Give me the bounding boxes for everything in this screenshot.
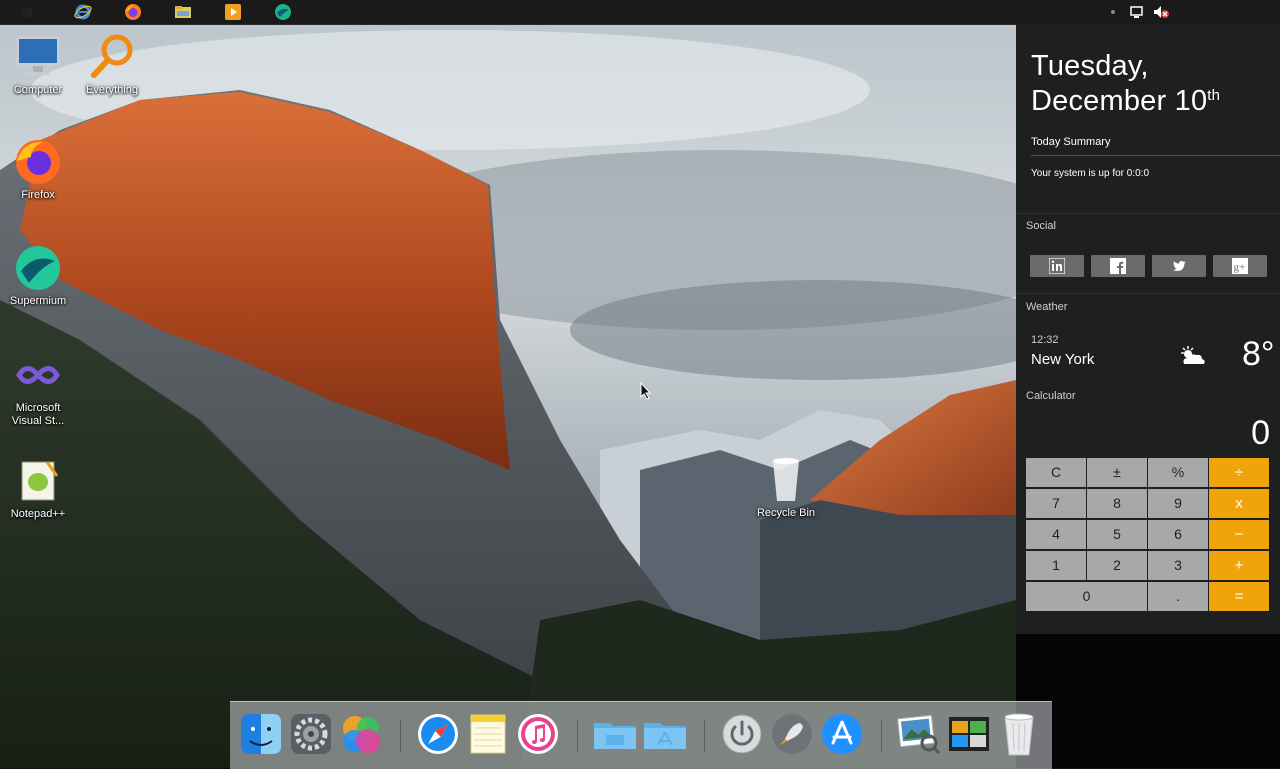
uptime-text: Your system is up for 0:0:0 (1031, 168, 1150, 179)
calculator-title: Calculator (1026, 390, 1076, 402)
game-center-icon[interactable] (338, 711, 384, 757)
desktop-icon-computer[interactable]: Computer (0, 32, 76, 97)
section-divider (1016, 213, 1280, 214)
date-month-day-text: December 10 (1031, 85, 1208, 117)
notification-dot-icon[interactable] (1108, 3, 1118, 21)
calc-key-1[interactable]: 1 (1026, 551, 1086, 580)
calc-key-clear[interactable]: C (1026, 458, 1086, 487)
folder-icon[interactable] (592, 711, 638, 757)
calc-key-6[interactable]: 6 (1148, 520, 1208, 549)
desktop-icon-label: Supermium (9, 295, 67, 307)
twitter-icon (1172, 261, 1186, 271)
weather-city: New York (1031, 351, 1095, 368)
dock (230, 701, 1052, 769)
network-icon[interactable] (1128, 3, 1146, 21)
desktop-icon-label: Recycle Bin (756, 507, 816, 519)
calc-key-equals[interactable]: = (1209, 582, 1269, 611)
desktop-icon-label: Everything (86, 84, 138, 96)
firefox-icon[interactable] (124, 3, 142, 21)
calc-key-add[interactable]: + (1209, 551, 1269, 580)
weather-temperature: 8° (1242, 335, 1275, 373)
svg-text:g+: g+ (1234, 262, 1246, 274)
date-month-day: December 10th (1031, 85, 1220, 118)
calc-key-7[interactable]: 7 (1026, 489, 1086, 518)
applications-folder-icon[interactable] (642, 711, 688, 757)
dock-separator (400, 720, 401, 752)
partly-cloudy-icon (1181, 346, 1205, 364)
finder-icon[interactable] (238, 711, 284, 757)
weather-title: Weather (1026, 301, 1068, 313)
calc-key-divide[interactable]: ÷ (1209, 458, 1269, 487)
desktop-icon-label: Microsoft Visual St... (11, 402, 65, 427)
calc-key-decimal[interactable]: . (1148, 582, 1208, 611)
twitter-button[interactable] (1152, 255, 1206, 277)
desktop-icon-recycle-bin[interactable]: Recycle Bin (748, 455, 824, 520)
file-explorer-icon[interactable] (174, 3, 192, 21)
social-title: Social (1026, 220, 1056, 232)
visual-studio-icon (16, 366, 60, 384)
trash-icon[interactable] (996, 711, 1042, 757)
calc-key-0[interactable]: 0 (1026, 582, 1147, 611)
calc-key-9[interactable]: 9 (1148, 489, 1208, 518)
notes-icon[interactable] (465, 711, 511, 757)
supermium-icon (16, 246, 60, 290)
desktop-icon-label: Firefox (21, 189, 55, 201)
dock-separator (881, 720, 882, 752)
supermium-icon[interactable] (274, 3, 292, 21)
calc-key-2[interactable]: 2 (1087, 551, 1147, 580)
calc-key-4[interactable]: 4 (1026, 520, 1086, 549)
launchpad-icon[interactable] (769, 711, 815, 757)
calc-key-multiply[interactable]: x (1209, 489, 1269, 518)
date-weekday: Tuesday, (1031, 50, 1149, 82)
dock-separator (704, 720, 705, 752)
summary-divider (1031, 155, 1280, 156)
desktop-icon-firefox[interactable]: Firefox (0, 137, 76, 202)
side-widget-panel: Tuesday, December 10th Today Summary You… (1016, 24, 1280, 634)
linkedin-icon (1049, 258, 1065, 274)
desktop-icon-label: Computer (13, 84, 63, 96)
magnifier-icon (91, 34, 133, 78)
desktop-icon-supermium[interactable]: Supermium (0, 243, 76, 308)
top-taskbar (0, 0, 1280, 25)
desktop-icon-notepad-plus-plus[interactable]: Notepad++ (0, 456, 76, 521)
google-plus-icon: g+ (1232, 258, 1248, 274)
power-icon[interactable] (719, 711, 765, 757)
notepad-plus-plus-icon (21, 461, 59, 501)
calculator-display: 0 (1251, 414, 1270, 452)
calc-key-subtract[interactable]: − (1209, 520, 1269, 549)
google-plus-button[interactable]: g+ (1213, 255, 1267, 277)
itunes-icon[interactable] (515, 711, 561, 757)
desktop-icon-visual-studio[interactable]: Microsoft Visual St... (0, 350, 76, 428)
firefox-icon (16, 140, 60, 184)
windows-icon[interactable] (18, 3, 36, 21)
panel-empty-area (1016, 634, 1280, 768)
calc-key-plus-minus[interactable]: ± (1087, 458, 1147, 487)
mouse-cursor-icon (640, 382, 652, 400)
weather-time: 12:32 (1031, 334, 1059, 346)
calc-key-3[interactable]: 3 (1148, 551, 1208, 580)
computer-icon (16, 36, 60, 75)
preview-icon[interactable] (896, 711, 942, 757)
photo-gallery-icon[interactable] (946, 711, 992, 757)
facebook-button[interactable] (1091, 255, 1145, 277)
internet-explorer-icon[interactable] (74, 3, 92, 21)
date-suffix: th (1207, 87, 1221, 104)
volume-muted-icon[interactable] (1152, 3, 1170, 21)
calc-key-percent[interactable]: % (1148, 458, 1208, 487)
dock-separator (577, 720, 578, 752)
section-divider (1016, 293, 1280, 294)
facebook-icon (1110, 258, 1126, 274)
summary-title: Today Summary (1031, 136, 1111, 148)
calc-key-8[interactable]: 8 (1087, 489, 1147, 518)
linkedin-button[interactable] (1030, 255, 1084, 277)
safari-icon[interactable] (415, 711, 461, 757)
calc-key-5[interactable]: 5 (1087, 520, 1147, 549)
app-store-icon[interactable] (819, 711, 865, 757)
system-preferences-icon[interactable] (288, 711, 334, 757)
recycle-bin-icon (773, 458, 799, 501)
desktop-icon-everything[interactable]: Everything (74, 32, 150, 97)
media-player-icon[interactable] (224, 3, 242, 21)
desktop-icon-label: Notepad++ (10, 508, 66, 520)
